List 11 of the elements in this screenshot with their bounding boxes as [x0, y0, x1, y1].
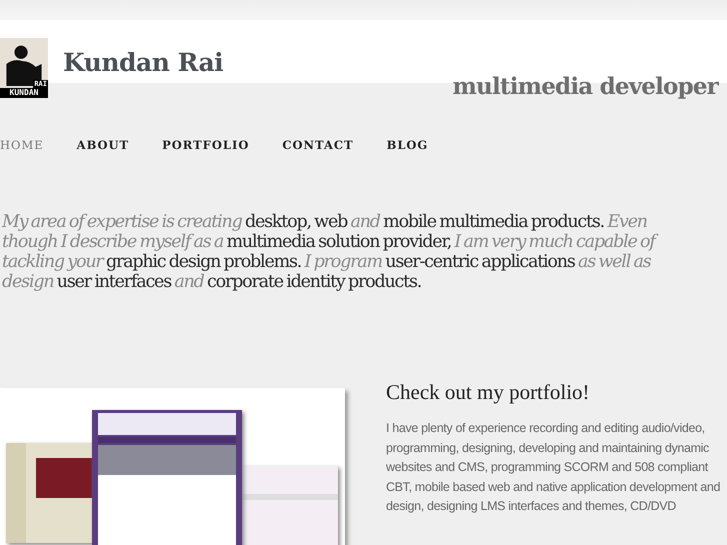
- site-title[interactable]: Kundan Rai: [63, 48, 224, 77]
- intro-paragraph: My area of expertise is creating desktop, web and mobile multimedia products. Even though I describe myself as a multimedia solution provider, I am very much capable of tackling your graphic design problems. I program user-centric applications as well as design user interfaces and corporate identity products.: [2, 212, 672, 292]
- nav-link[interactable]: CONTACT: [282, 138, 354, 152]
- nav-link[interactable]: HOME: [0, 138, 44, 152]
- logo-text: KUNDAN: [0, 88, 48, 98]
- tagline: multimedia developer: [452, 73, 718, 100]
- nav-link[interactable]: BLOG: [386, 138, 428, 152]
- nav-link[interactable]: ABOUT: [76, 138, 130, 152]
- portfolio-heading: Check out my portfolio!: [386, 380, 591, 405]
- nav-link[interactable]: PORTFOLIO: [162, 138, 250, 152]
- portfolio-description: I have plenty of experience recording and editing audio/video, programming, designing, developing and maintaining dynamic websites and CMS, programming SCORM and 508 compliant CBT, mobile based web and native application development and design, designing LMS interfaces and themes, CD/DVD: [386, 420, 722, 516]
